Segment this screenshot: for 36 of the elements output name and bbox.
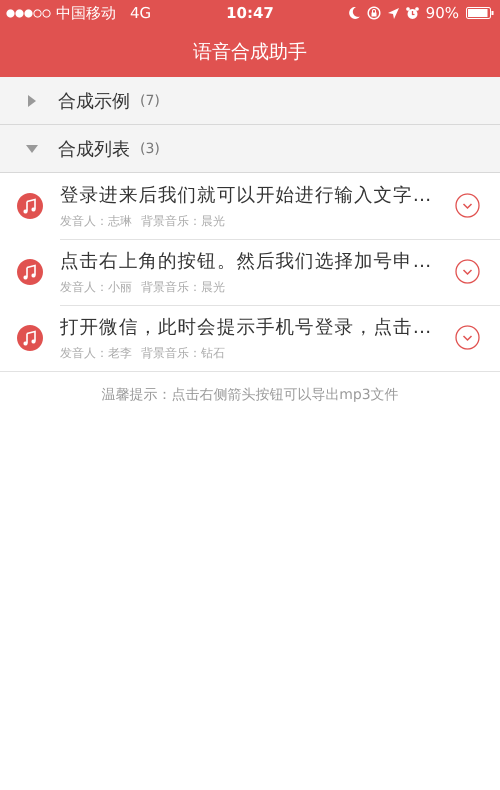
music-label: 背景音乐：晨光 — [141, 278, 225, 296]
speaker-label: 发音人：老李 — [60, 344, 132, 362]
speaker-label: 发音人：志琳 — [60, 212, 132, 230]
music-label: 背景音乐：晨光 — [141, 212, 225, 230]
network-type: 4G — [130, 4, 152, 22]
signal-icon — [6, 8, 52, 18]
music-label: 背景音乐：钻石 — [141, 344, 225, 362]
export-button[interactable] — [455, 259, 480, 284]
music-note-icon — [17, 259, 43, 285]
section-title: 合成列表 — [58, 138, 130, 160]
moon-icon — [348, 7, 360, 19]
recording-title: 登录进来后我们就可以开始进行输入文字… — [60, 184, 433, 206]
export-button[interactable] — [455, 325, 480, 350]
chevron-down-icon — [455, 193, 480, 218]
section-count: (3) — [140, 140, 160, 156]
rotation-lock-icon — [366, 6, 381, 20]
chevron-down-icon — [455, 259, 480, 284]
location-icon — [388, 8, 399, 18]
status-time: 10:47 — [226, 4, 274, 22]
hint-text: 温馨提示：点击右侧箭头按钮可以导出mp3文件 — [101, 387, 399, 403]
section-header[interactable]: 合成列表 (3) — [0, 125, 500, 173]
recording-title: 打开微信，此时会提示手机号登录，点击… — [60, 316, 433, 338]
chevron-down-icon — [455, 325, 480, 350]
nav-title: 语音合成助手 — [193, 40, 307, 64]
section-count: (7) — [140, 92, 160, 108]
export-button[interactable] — [455, 193, 480, 218]
battery-percent: 90% — [426, 4, 459, 22]
alarm-icon — [406, 6, 419, 20]
carrier-name: 中国移动 — [56, 4, 116, 22]
section-title: 合成示例 — [58, 90, 130, 112]
battery-icon — [466, 7, 494, 19]
section-header[interactable]: 合成示例 (7) — [0, 77, 500, 125]
music-note-icon — [17, 193, 43, 219]
music-note-icon — [17, 325, 43, 351]
speaker-label: 发音人：小丽 — [60, 278, 132, 296]
recording-title: 点击右上角的按钮。然后我们选择加号申… — [60, 250, 433, 272]
